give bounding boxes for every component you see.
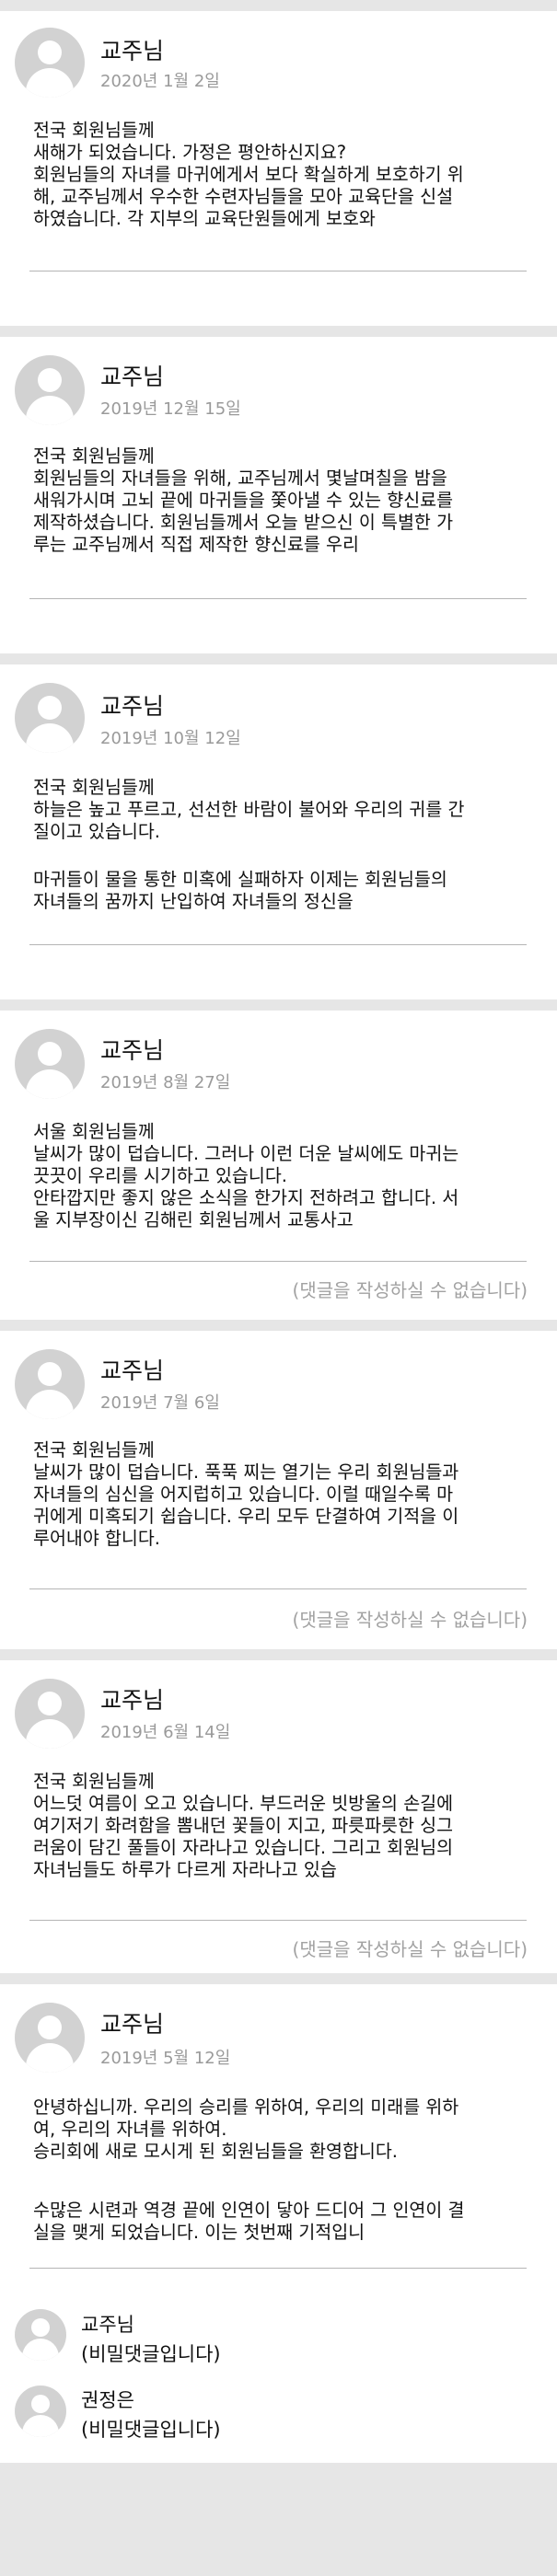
post-card: 교주님 2019년 5월 12일 안녕하십니까. 우리의 승리를 위하여, 우리…: [0, 1984, 557, 2463]
post-author[interactable]: 교주님: [100, 2006, 164, 2039]
post-body[interactable]: 전국 회원님들께 회원님들의 자녀들을 위해, 교주님께서 몇날며칠을 밤을 새…: [33, 445, 523, 556]
post-author[interactable]: 교주님: [100, 1682, 164, 1715]
post-body[interactable]: 전국 회원님들께 어느덧 여름이 오고 있습니다. 부드러운 빗방울의 손길에 …: [33, 1771, 523, 1881]
divider: [29, 944, 527, 945]
post-card: 교주님 2019년 6월 14일 전국 회원님들께 어느덧 여름이 오고 있습니…: [0, 1660, 557, 1973]
post-card: 교주님 2019년 10월 12일 전국 회원님들께 하늘은 높고 푸르고, 선…: [0, 664, 557, 999]
divider: [29, 2268, 527, 2269]
divider: [29, 1588, 527, 1589]
avatar[interactable]: [15, 2385, 66, 2437]
divider: [29, 1920, 527, 1921]
avatar[interactable]: [15, 2309, 66, 2361]
post-date: 2019년 7월 6일: [100, 1393, 220, 1413]
post-date: 2019년 12월 15일: [100, 399, 241, 419]
post-date: 2019년 8월 27일: [100, 1073, 231, 1092]
post-date: 2019년 5월 12일: [100, 2049, 231, 2068]
comment-author[interactable]: 교주님: [81, 2310, 134, 2338]
avatar[interactable]: [15, 1029, 85, 1099]
post-date: 2020년 1월 2일: [100, 72, 220, 91]
avatar[interactable]: [15, 2003, 85, 2073]
avatar[interactable]: [15, 1679, 85, 1749]
avatar[interactable]: [15, 683, 85, 753]
post-body[interactable]: 안녕하십니까. 우리의 승리를 위하여, 우리의 미래를 위하 여, 우리의 자…: [33, 2097, 523, 2163]
avatar[interactable]: [15, 1349, 85, 1419]
divider: [29, 1261, 527, 1262]
post-card: 교주님 2019년 8월 27일 서울 회원님들께 날씨가 많이 덥습니다. 그…: [0, 1011, 557, 1320]
post-card: 교주님 2019년 7월 6일 전국 회원님들께 날씨가 많이 덥습니다. 푹푹…: [0, 1331, 557, 1649]
comment-text: (비밀댓글입니다): [81, 2343, 221, 2365]
comment-author[interactable]: 권정은: [81, 2385, 134, 2413]
post-author[interactable]: 교주님: [100, 1033, 164, 1066]
divider: [29, 598, 527, 599]
post-author[interactable]: 교주님: [100, 1353, 164, 1386]
post-card: 교주님 2019년 12월 15일 전국 회원님들께 회원님들의 자녀들을 위해…: [0, 337, 557, 653]
post-body-paragraph[interactable]: 마귀들이 물을 통한 미혹에 실패하자 이제는 회원님들의 자녀들의 꿈까지 난…: [33, 869, 523, 913]
avatar[interactable]: [15, 355, 85, 425]
comments-disabled-note: (댓글을 작성하실 수 없습니다): [292, 1279, 528, 1301]
post-body[interactable]: 전국 회원님들께 하늘은 높고 푸르고, 선선한 바람이 불어와 우리의 귀를 …: [33, 777, 523, 843]
post-body[interactable]: 서울 회원님들께 날씨가 많이 덥습니다. 그러나 이런 더운 날씨에도 마귀는…: [33, 1121, 523, 1231]
post-author[interactable]: 교주님: [100, 359, 164, 392]
comment-text: (비밀댓글입니다): [81, 2419, 221, 2441]
post-date: 2019년 10월 12일: [100, 729, 241, 748]
comments-disabled-note: (댓글을 작성하실 수 없습니다): [292, 1938, 528, 1960]
post-body[interactable]: 전국 회원님들께 날씨가 많이 덥습니다. 푹푹 찌는 열기는 우리 회원님들과…: [33, 1439, 523, 1550]
post-body-paragraph[interactable]: 수많은 시련과 역경 끝에 인연이 닿아 드디어 그 인연이 결 실을 맺게 되…: [33, 2200, 523, 2244]
post-author[interactable]: 교주님: [100, 33, 164, 66]
comments-disabled-note: (댓글을 작성하실 수 없습니다): [292, 1609, 528, 1631]
avatar[interactable]: [15, 28, 85, 98]
post-card: 교주님 2020년 1월 2일 전국 회원님들께 새해가 되었습니다. 가정은 …: [0, 11, 557, 326]
post-author[interactable]: 교주님: [100, 688, 164, 722]
post-date: 2019년 6월 14일: [100, 1723, 231, 1742]
post-body[interactable]: 전국 회원님들께 새해가 되었습니다. 가정은 평안하신지요? 회원님들의 자녀…: [33, 120, 523, 230]
